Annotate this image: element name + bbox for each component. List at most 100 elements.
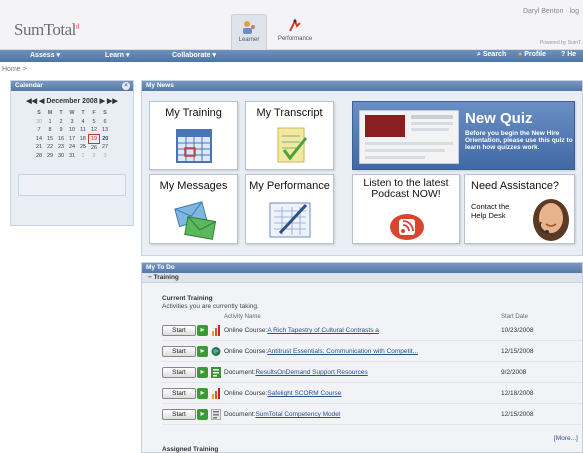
calendar-day[interactable]: 2 xyxy=(56,118,67,127)
go-arrow-icon[interactable]: ▸ xyxy=(197,325,208,336)
online-course-icon xyxy=(212,388,220,399)
more-link[interactable]: [More...] xyxy=(554,435,578,442)
activity-type: Online Course: xyxy=(224,390,268,397)
nav-profile[interactable]: ● Profile xyxy=(518,51,546,58)
nav-learn[interactable]: Learn ▾ xyxy=(105,51,130,59)
next-month-icon[interactable]: ▶ xyxy=(100,98,105,105)
prev-year-icon[interactable]: ◀◀ xyxy=(26,98,37,105)
calendar-header: Calendar × xyxy=(11,81,133,91)
calendar-day[interactable]: 20 xyxy=(100,135,111,144)
my-performance-tile[interactable]: My Performance xyxy=(245,174,334,244)
calendar-day[interactable]: 9 xyxy=(56,126,67,135)
calendar-day[interactable]: 8 xyxy=(45,126,56,135)
calendar-day[interactable]: 31 xyxy=(67,152,78,161)
activity-link[interactable]: SumTotal Competency Model xyxy=(255,411,340,418)
start-button[interactable]: Start xyxy=(162,346,196,357)
column-start-date[interactable]: Start Date xyxy=(501,314,528,320)
start-button[interactable]: Start xyxy=(162,388,196,399)
main-nav: Assess ▾ Learn ▾ Collaborate ▾ ⌕ Search … xyxy=(0,50,583,62)
activity-type: Online Course: xyxy=(224,348,268,355)
calendar-day[interactable]: 3 xyxy=(100,152,111,161)
my-transcript-tile[interactable]: My Transcript xyxy=(245,101,334,170)
nav-collaborate[interactable]: Collaborate ▾ xyxy=(172,51,216,59)
calendar-day[interactable]: 23 xyxy=(56,143,67,152)
calendar-day[interactable]: 1 xyxy=(45,118,56,127)
new-quiz-tile[interactable]: New Quiz Before you begin the New Hire O… xyxy=(352,101,575,170)
day-header: M xyxy=(47,110,53,117)
nav-assess[interactable]: Assess ▾ xyxy=(30,51,60,59)
calendar-day[interactable]: 18 xyxy=(78,135,89,144)
calendar-day[interactable]: 1 xyxy=(78,152,89,161)
next-year-icon[interactable]: ▶▶ xyxy=(107,98,118,105)
go-arrow-icon[interactable]: ▸ xyxy=(197,346,208,357)
day-header: T xyxy=(81,110,85,117)
need-assistance-tile[interactable]: Need Assistance? Contact the Help Desk xyxy=(464,174,575,244)
table-row: Start ▸ Document:SumTotal Competency Mod… xyxy=(162,405,582,425)
calendar-day[interactable]: 24 xyxy=(67,143,78,152)
help-icon: ? xyxy=(561,51,566,58)
day-header: S xyxy=(37,110,41,117)
user-name[interactable]: Daryl Benton · log xyxy=(523,8,579,15)
calendar-day[interactable]: 26 xyxy=(89,143,100,152)
calendar-day[interactable]: 27 xyxy=(100,143,111,152)
calendar-day[interactable]: 10 xyxy=(67,126,78,135)
calendar-day[interactable]: 7 xyxy=(34,126,45,135)
calendar-day-today[interactable]: 19 xyxy=(88,134,100,144)
calendar-day[interactable]: 16 xyxy=(56,135,67,144)
activity-type: Document: xyxy=(224,411,256,418)
calendar-day[interactable]: 3 xyxy=(67,118,78,127)
podcast-tile[interactable]: Listen to the latest Podcast NOW! xyxy=(352,174,460,244)
training-section-header[interactable]: − Training xyxy=(142,273,582,283)
calendar-day[interactable]: 15 xyxy=(45,135,56,144)
online-course-icon xyxy=(212,325,220,336)
nav-search[interactable]: ⌕ Search xyxy=(477,51,506,59)
start-date: 12/18/2008 xyxy=(501,390,534,397)
column-activity-name[interactable]: Activity Name xyxy=(224,314,261,320)
calendar-day[interactable]: 29 xyxy=(45,152,56,161)
nav-help[interactable]: ? He xyxy=(561,51,576,58)
calendar-day[interactable]: 28 xyxy=(34,152,45,161)
my-training-tile[interactable]: My Training xyxy=(149,101,238,170)
activity-link[interactable]: Safelight SCORM Course xyxy=(267,390,341,397)
tile-title: My Training xyxy=(165,107,222,119)
powered-by: Powered by SumT xyxy=(539,40,581,46)
prev-month-icon[interactable]: ◀ xyxy=(39,98,44,105)
calendar-day[interactable]: 22 xyxy=(45,143,56,152)
calendar-day[interactable]: 5 xyxy=(89,118,100,127)
calendar-day[interactable]: 6 xyxy=(100,118,111,127)
start-button[interactable]: Start xyxy=(162,409,196,420)
my-messages-tile[interactable]: My Messages xyxy=(149,174,238,244)
calendar-day[interactable]: 2 xyxy=(89,152,100,161)
calendar-day[interactable]: 25 xyxy=(78,143,89,152)
start-button[interactable]: Start xyxy=(162,325,196,336)
calendar-day[interactable]: 11 xyxy=(78,126,89,135)
table-row: Start ▸ Online Course:A Rich Tapestry of… xyxy=(162,321,582,341)
calendar-day[interactable]: 12 xyxy=(89,126,100,135)
calendar-day[interactable]: 4 xyxy=(78,118,89,127)
calendar-day[interactable]: 21 xyxy=(34,143,45,152)
quiz-description: Before you begin the New Hire Orientatio… xyxy=(465,130,573,151)
calendar-events-box xyxy=(18,174,126,196)
document-icon xyxy=(211,409,221,420)
go-arrow-icon[interactable]: ▸ xyxy=(197,409,208,420)
learner-mode-tab[interactable]: Learner xyxy=(231,14,267,50)
calendar-day[interactable]: 30 xyxy=(34,118,45,127)
profile-icon: ● xyxy=(518,51,523,58)
close-icon[interactable]: × xyxy=(122,82,130,90)
start-button[interactable]: Start xyxy=(162,367,196,378)
activity-link[interactable]: ResultsOnDemand Support Resources xyxy=(255,369,367,376)
document-pen-icon xyxy=(269,202,311,238)
performance-mode-tab[interactable]: Performance xyxy=(270,14,320,50)
activity-link[interactable]: Antitrust Essentials: Communication with… xyxy=(267,348,418,355)
go-arrow-icon[interactable]: ▸ xyxy=(197,388,208,399)
activity-link[interactable]: A Rich Tapestry of Cultural Contrasts a xyxy=(267,327,379,334)
day-header: S xyxy=(103,110,107,117)
calendar-day[interactable]: 14 xyxy=(34,135,45,144)
calendar-day[interactable]: 17 xyxy=(67,135,78,144)
tile-title: My Transcript xyxy=(256,107,323,119)
calendar-month-bar: ◀◀ ◀ December 2008 ▶ ▶▶ xyxy=(11,97,133,105)
breadcrumb[interactable]: Home > xyxy=(2,66,27,73)
calendar-day[interactable]: 13 xyxy=(100,126,111,135)
calendar-day[interactable]: 30 xyxy=(56,152,67,161)
go-arrow-icon[interactable]: ▸ xyxy=(197,367,208,378)
